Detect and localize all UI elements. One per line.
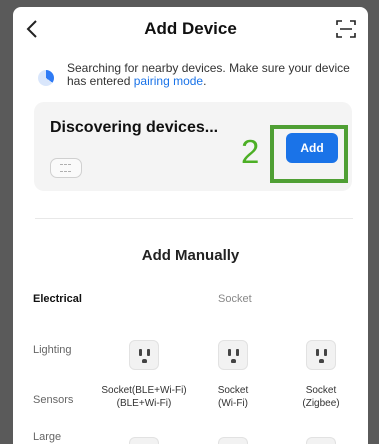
socket-wifi-icon[interactable] xyxy=(218,340,248,370)
header: Add Device xyxy=(13,7,368,51)
banner-message: Searching for nearby devices. Make sure … xyxy=(67,61,350,88)
socket-ble-wifi-icon[interactable] xyxy=(129,340,159,370)
device-sublabel: (Zigbee) xyxy=(302,398,340,409)
discovering-title: Discovering devices... xyxy=(50,119,219,136)
device-placeholder-icon xyxy=(50,158,82,178)
subcategory-title: Socket xyxy=(218,293,252,305)
device-icon-partial[interactable] xyxy=(218,437,248,444)
add-button[interactable]: Add xyxy=(286,133,338,163)
add-manually-title: Add Manually xyxy=(141,247,240,264)
device-sublabel: (Wi-Fi) xyxy=(218,398,248,409)
category-large[interactable]: Large xyxy=(33,431,61,443)
annotation-number: 2 xyxy=(241,133,260,170)
socket-zigbee-icon[interactable] xyxy=(306,340,336,370)
app-screen: Add Device Searching for nearby devices.… xyxy=(13,7,368,444)
category-sensors[interactable]: Sensors xyxy=(33,394,73,406)
category-lighting[interactable]: Lighting xyxy=(33,344,72,356)
device-label: Socket xyxy=(217,385,249,396)
device-label: Socket xyxy=(305,385,337,396)
divider xyxy=(35,218,353,219)
scan-icon[interactable] xyxy=(336,19,356,39)
device-name-wifi[interactable]: Socket (Wi-Fi) xyxy=(183,384,283,410)
pairing-mode-link[interactable]: pairing mode xyxy=(134,74,203,88)
banner-text: Searching for nearby devices. Make sure … xyxy=(67,62,363,88)
device-name-zigbee[interactable]: Socket (Zigbee) xyxy=(271,384,368,410)
search-banner: Searching for nearby devices. Make sure … xyxy=(33,62,353,98)
searching-icon xyxy=(38,70,54,86)
device-icon-partial[interactable] xyxy=(129,437,159,444)
device-name-ble-wifi[interactable]: Socket(BLE+Wi-Fi) (BLE+Wi-Fi) xyxy=(94,384,194,410)
device-label: Socket(BLE+Wi-Fi) xyxy=(101,385,187,396)
device-sublabel: (BLE+Wi-Fi) xyxy=(116,398,172,409)
category-electrical[interactable]: Electrical xyxy=(33,293,82,305)
banner-suffix: . xyxy=(203,74,207,88)
device-icon-partial[interactable] xyxy=(306,437,336,444)
page-title: Add Device xyxy=(144,19,237,38)
